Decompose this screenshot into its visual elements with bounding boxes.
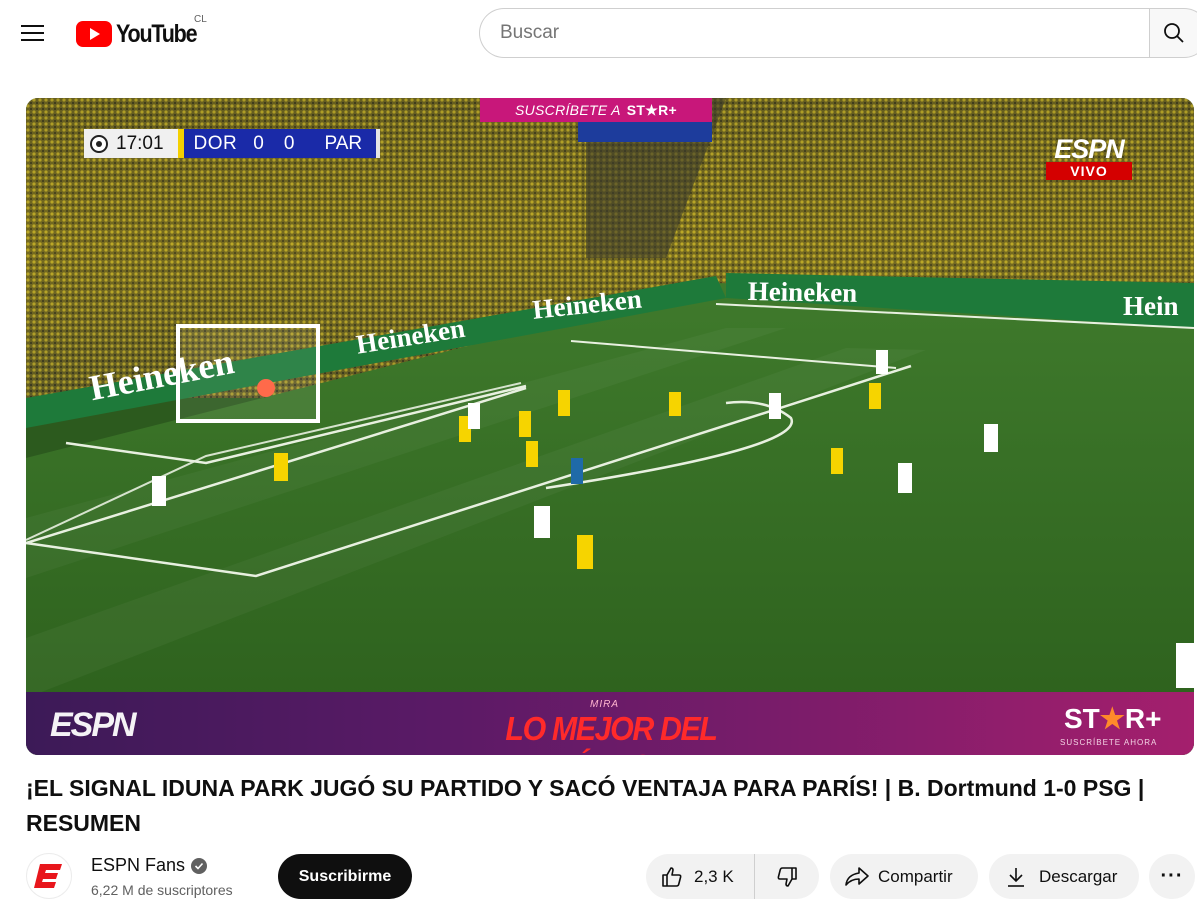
video-frame xyxy=(26,98,1194,755)
home-team: DOR xyxy=(183,129,248,158)
video-title: ¡EL SIGNAL IDUNA PARK JUGÓ SU PARTIDO Y … xyxy=(26,775,1145,836)
stats-strip xyxy=(578,122,712,142)
channel-avatar[interactable] xyxy=(26,853,72,899)
banner-slogan: LO MEJOR DEL FÚTBOL xyxy=(505,710,718,755)
espn-live-bug: ESPN VIVO xyxy=(1044,136,1134,180)
like-count: 2,3 K xyxy=(694,866,734,886)
channel-name: ESPN Fans xyxy=(91,855,186,875)
away-team: PAR xyxy=(300,129,381,158)
youtube-play-icon xyxy=(76,21,112,47)
espn-logo: ESPN xyxy=(50,706,137,744)
ball-icon xyxy=(90,134,108,153)
share-label: Compartir xyxy=(878,866,953,886)
youtube-logo[interactable]: YouTube xyxy=(76,18,209,50)
thumbs-up-icon xyxy=(662,866,682,887)
scorebug: 17:01 DOR 0 0 PAR xyxy=(84,129,381,158)
dislike-button[interactable] xyxy=(755,854,819,899)
like-dislike-group: 2,3 K xyxy=(646,854,819,899)
live-label: VIVO xyxy=(1046,162,1132,180)
search-button[interactable] xyxy=(1149,8,1197,58)
promo-brand: ST★R+ xyxy=(626,101,677,118)
channel-name-link[interactable]: ESPN Fans xyxy=(91,855,208,876)
starplus-post: R+ xyxy=(1124,703,1162,734)
more-actions-button[interactable]: ··· xyxy=(1149,854,1195,899)
download-button[interactable]: Descargar xyxy=(989,854,1139,899)
star-icon: ★ xyxy=(1099,703,1125,734)
away-score: 0 xyxy=(269,129,301,158)
menu-icon[interactable] xyxy=(16,17,48,49)
region-code: CL xyxy=(194,14,207,25)
youtube-logo-text: YouTube xyxy=(116,19,198,48)
promo-prefix: SUSCRÍBETE A xyxy=(514,102,621,118)
banner-kicker: MIRA xyxy=(590,699,619,710)
starplus-cta: SUSCRÍBETE AHORA xyxy=(1060,738,1158,747)
broadcaster-logo: ESPN xyxy=(1054,134,1125,164)
verified-badge-icon xyxy=(191,857,208,874)
masthead: YouTube CL xyxy=(0,0,1197,66)
like-button[interactable]: 2,3 K xyxy=(646,854,755,899)
match-clock: 17:01 xyxy=(84,129,178,158)
download-icon xyxy=(1008,867,1024,887)
search-icon xyxy=(1164,23,1184,43)
lower-third-banner: ESPN MIRA LO MEJOR DEL FÚTBOL ST★R+ SUSC… xyxy=(26,692,1194,755)
ad-board: Heineken xyxy=(747,276,858,308)
share-icon xyxy=(845,866,869,886)
starplus-promo-banner: SUSCRÍBETE A ST★R+ xyxy=(480,98,712,122)
starplus-logo: ST★R+ xyxy=(1064,702,1161,735)
subscriber-count: 6,22 M de suscriptores xyxy=(91,882,233,898)
thumbs-down-icon xyxy=(777,866,797,887)
more-icon: ··· xyxy=(1160,865,1184,887)
ad-board: Hein xyxy=(1123,291,1179,321)
video-player[interactable]: Heineken Heineken Heineken Heineken Hein… xyxy=(26,98,1194,755)
subscribe-button[interactable]: Suscribirme xyxy=(278,854,412,899)
home-score: 0 xyxy=(247,129,270,158)
search-input[interactable] xyxy=(500,22,1150,44)
clock-time: 17:01 xyxy=(116,132,164,154)
search-box[interactable] xyxy=(479,8,1150,58)
download-label: Descargar xyxy=(1039,866,1118,886)
espn-e-icon xyxy=(34,864,62,888)
share-button[interactable]: Compartir xyxy=(830,854,978,899)
starplus-pre: ST xyxy=(1064,703,1100,734)
